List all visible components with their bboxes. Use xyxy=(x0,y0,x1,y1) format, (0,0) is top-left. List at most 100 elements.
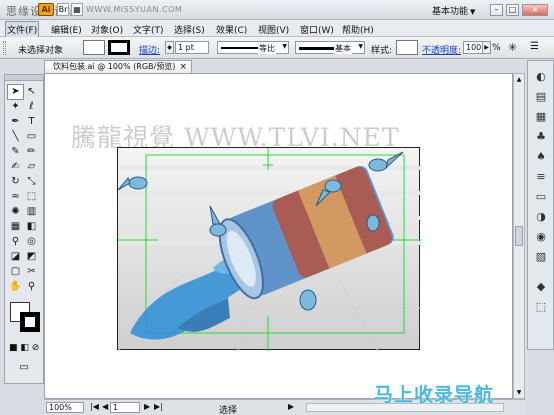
mesh-tool-icon[interactable]: ▦ xyxy=(8,220,23,234)
symbols-icon[interactable]: ♠ xyxy=(533,149,549,165)
artwork-illustration xyxy=(118,148,421,351)
tools-panel: ➤ ↖ ✦ ℓ ✒ T ╲ ▭ ✎ ✏ ✍ ▱ ↻ ⤡ ≈ ⬚ ✺ ▥ ▦ ◧ ⚲ ◎ ◪ ◩ ▢ ✂ ✋… xyxy=(4,74,44,384)
blob-brush-tool-icon[interactable]: ✍ xyxy=(8,160,23,174)
bridge-button[interactable]: Br xyxy=(57,3,69,16)
tools-panel-header[interactable] xyxy=(5,75,43,81)
document-tab[interactable]: 饮料包装.ai @ 100% (RGB/预览) × xyxy=(44,60,192,73)
menu-edit[interactable]: 编辑(E) xyxy=(51,23,82,36)
stroke-weight-field[interactable]: 1 pt xyxy=(175,41,209,54)
menu-object[interactable]: 对象(O) xyxy=(91,23,123,36)
menu-file[interactable]: 文件(F) xyxy=(4,21,40,38)
pen-tool-icon[interactable]: ✒ xyxy=(8,115,23,129)
magic-wand-tool-icon[interactable]: ✦ xyxy=(8,100,23,114)
type-tool-icon[interactable]: T xyxy=(24,115,39,129)
symbol-sprayer-tool-icon[interactable]: ✺ xyxy=(8,205,23,219)
menu-effect[interactable]: 效果(C) xyxy=(216,23,247,36)
line-tool-icon[interactable]: ╲ xyxy=(8,130,23,144)
hand-tool-icon[interactable]: ✋ xyxy=(8,280,23,294)
control-bar-grip[interactable] xyxy=(3,41,6,55)
none-mode-icon[interactable]: ⊘ xyxy=(32,343,40,353)
menu-type[interactable]: 文字(T) xyxy=(133,23,164,36)
direct-selection-tool-icon[interactable]: ↖ xyxy=(24,85,39,99)
close-tab-icon[interactable]: × xyxy=(179,61,187,73)
gradient-mode-icon[interactable]: ◧ xyxy=(20,343,29,353)
stroke-link[interactable]: 描边: xyxy=(139,43,160,56)
scale-tool-icon[interactable]: ⤡ xyxy=(24,175,39,189)
close-button[interactable]: × xyxy=(522,4,548,16)
status-menu-arrow[interactable]: ▶ xyxy=(288,402,294,411)
menu-help[interactable]: 帮助(H) xyxy=(342,23,374,36)
color-mode-buttons[interactable]: ■ ◧ ⊘ xyxy=(9,343,43,355)
brush-definition[interactable]: 基本 ▼ xyxy=(295,41,365,54)
previous-artboard-button[interactable]: ◀ xyxy=(102,402,108,411)
live-paint-tool-icon[interactable]: ◪ xyxy=(8,250,23,264)
graphic-style-picker[interactable] xyxy=(396,40,418,55)
stroke-color-swatch[interactable] xyxy=(20,312,40,332)
color-guide-icon[interactable]: ▤ xyxy=(533,89,549,105)
control-bar: 未选择对象 描边: ◆ 1 pt 等比 ▼ 基本 ▼ 样式: 不透明度: 100 ▶… xyxy=(0,37,554,59)
rotate-tool-icon[interactable]: ↻ xyxy=(8,175,23,189)
zoom-field[interactable]: 100% xyxy=(46,402,84,413)
lasso-tool-icon[interactable]: ℓ xyxy=(24,100,39,114)
gradient-icon[interactable]: ▭ xyxy=(533,189,549,205)
opacity-percent: % xyxy=(492,43,501,53)
watermark-url: WWW.MISSYUAN.COM xyxy=(86,5,183,14)
rectangle-tool-icon[interactable]: ▭ xyxy=(24,130,39,144)
zoom-tool-icon[interactable]: ⚲ xyxy=(24,280,39,294)
gradient-tool-icon[interactable]: ◧ xyxy=(24,220,39,234)
eyedropper-tool-icon[interactable]: ⚲ xyxy=(8,235,23,249)
scroll-up-arrow-icon[interactable]: ▲ xyxy=(515,75,523,84)
screen-mode-icon[interactable]: ▭ xyxy=(14,362,34,376)
color-mode-icon[interactable]: ■ xyxy=(9,343,18,353)
artwork-image[interactable] xyxy=(117,147,421,351)
paintbrush-tool-icon[interactable]: ✎ xyxy=(8,145,23,159)
stroke-swatch[interactable] xyxy=(108,40,130,55)
current-tool-status: 选择 xyxy=(219,406,238,415)
document-canvas[interactable]: 騰龍視覺 WWW.TLVI.NET xyxy=(44,73,513,399)
next-artboard-button[interactable]: ▶ xyxy=(144,402,150,411)
blend-tool-icon[interactable]: ◎ xyxy=(24,235,39,249)
appearance-icon[interactable]: ◉ xyxy=(533,229,549,245)
free-transform-tool-icon[interactable]: ⬚ xyxy=(24,190,39,204)
opacity-dropdown[interactable]: ▶ xyxy=(482,41,491,54)
swatches-icon[interactable]: ▦ xyxy=(533,109,549,125)
artboard-tool-icon[interactable]: ▢ xyxy=(8,265,23,279)
opacity-link[interactable]: 不透明度: xyxy=(422,43,461,56)
color-panel-icon[interactable]: ◐ xyxy=(533,69,549,85)
fill-swatch[interactable] xyxy=(83,40,105,55)
eraser-tool-icon[interactable]: ▱ xyxy=(24,160,39,174)
arrange-documents-button[interactable]: ▦ xyxy=(71,3,83,16)
fill-stroke-control[interactable] xyxy=(10,302,42,332)
control-panel-menu-icon[interactable]: ☰ xyxy=(530,41,539,52)
vertical-scrollbar[interactable]: ▲ ▼ xyxy=(513,73,525,399)
selection-tool-icon[interactable]: ➤ xyxy=(7,84,24,100)
artboards-icon[interactable]: ⬚ xyxy=(533,299,549,315)
workspace-switcher[interactable]: 基本功能 ▼ xyxy=(432,4,475,17)
artboard-number-field[interactable]: 1 xyxy=(110,402,140,413)
menu-view[interactable]: 视图(V) xyxy=(258,23,289,36)
last-artboard-button[interactable]: ▶| xyxy=(154,402,163,411)
opacity-field[interactable]: 100 xyxy=(463,41,483,54)
pencil-tool-icon[interactable]: ✏ xyxy=(24,145,39,159)
slice-tool-icon[interactable]: ✂ xyxy=(24,265,39,279)
live-paint-selection-tool-icon[interactable]: ◩ xyxy=(24,250,39,264)
menu-select[interactable]: 选择(S) xyxy=(174,23,205,36)
scroll-down-arrow-icon[interactable]: ▼ xyxy=(515,388,523,397)
maximize-button[interactable]: □ xyxy=(506,4,519,16)
selection-status: 未选择对象 xyxy=(18,46,64,56)
warp-tool-icon[interactable]: ≈ xyxy=(8,190,23,204)
brushes-icon[interactable]: ♣ xyxy=(533,129,549,145)
graphic-styles-icon[interactable]: ▧ xyxy=(533,249,549,265)
recolor-artwork-icon[interactable]: ✳ xyxy=(508,41,517,54)
transparency-icon[interactable]: ◑ xyxy=(533,209,549,225)
minimize-button[interactable]: – xyxy=(490,4,503,16)
layers-icon[interactable]: ◆ xyxy=(533,279,549,295)
first-artboard-button[interactable]: |◀ xyxy=(90,402,99,411)
stroke-stepper[interactable]: ◆ xyxy=(165,41,174,54)
column-graph-tool-icon[interactable]: ▥ xyxy=(24,205,39,219)
stroke-icon[interactable]: ≡ xyxy=(533,169,549,185)
illustrator-window: 思缘设计论坛 Ai Br ▦ WWW.MISSYUAN.COM 基本功能▼ – … xyxy=(0,0,554,415)
variable-width-profile[interactable]: 等比 ▼ xyxy=(217,41,289,54)
menu-window[interactable]: 窗口(W) xyxy=(300,23,334,36)
scroll-thumb[interactable] xyxy=(515,226,523,246)
